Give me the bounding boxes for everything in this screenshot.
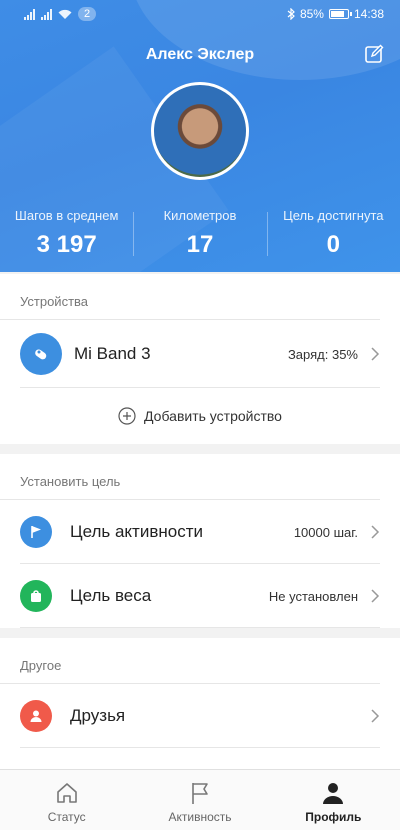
goals-section: Установить цель Цель активности 10000 ша… bbox=[0, 454, 400, 628]
stat-label: Цель достигнута bbox=[283, 208, 384, 223]
list-item[interactable] bbox=[0, 748, 400, 769]
tab-label: Профиль bbox=[305, 810, 362, 824]
band-icon bbox=[20, 333, 62, 375]
flag-icon bbox=[20, 516, 52, 548]
add-device-label: Добавить устройство bbox=[144, 408, 282, 424]
bottom-nav: Статус Активность Профиль bbox=[0, 769, 400, 830]
battery-icon bbox=[328, 9, 352, 19]
tab-status[interactable]: Статус bbox=[0, 770, 133, 830]
signal-icon bbox=[41, 8, 52, 20]
weight-goal-value: Не установлен bbox=[268, 588, 358, 604]
device-name: Mi Band 3 bbox=[74, 344, 151, 363]
stat-kilometers: Километров 17 bbox=[133, 208, 266, 264]
section-title: Устройства bbox=[0, 274, 380, 320]
stat-steps: Шагов в среднем 3 197 bbox=[0, 208, 133, 264]
section-title: Другое bbox=[0, 638, 380, 684]
battery-percent: 85% bbox=[299, 7, 324, 21]
section-title: Установить цель bbox=[0, 454, 380, 500]
weight-goal-label: Цель веса bbox=[70, 586, 152, 605]
profile-header: 2 85% 14:38 Алекс Экслер Шагов в среднем… bbox=[0, 0, 400, 272]
stat-value: 0 bbox=[326, 231, 340, 258]
profile-name: Алекс Экслер bbox=[145, 46, 255, 63]
tab-activity[interactable]: Активность bbox=[133, 770, 266, 830]
device-row[interactable]: Mi Band 3 Заряд: 35% bbox=[0, 320, 400, 388]
chevron-right-icon bbox=[371, 709, 380, 723]
bluetooth-icon bbox=[287, 8, 295, 20]
chevron-right-icon bbox=[371, 525, 380, 539]
activity-goal-value: 10000 шаг. bbox=[293, 524, 358, 540]
status-bar: 2 85% 14:38 bbox=[0, 0, 400, 28]
signal-icon bbox=[24, 8, 35, 20]
tab-label: Статус bbox=[47, 810, 86, 824]
flag-outline-icon bbox=[192, 783, 208, 804]
clock: 14:38 bbox=[353, 7, 384, 21]
devices-section: Устройства Mi Band 3 Заряд: 35% Добавить… bbox=[0, 274, 400, 444]
friends-label: Друзья bbox=[70, 706, 126, 725]
edit-icon[interactable] bbox=[364, 44, 384, 64]
friends-icon bbox=[20, 700, 52, 732]
chevron-right-icon bbox=[371, 589, 380, 603]
tab-label: Активность bbox=[168, 810, 232, 824]
notification-badge: 2 bbox=[78, 7, 97, 21]
activity-goal-label: Цель активности bbox=[70, 522, 203, 541]
home-icon bbox=[56, 783, 77, 803]
stats-row: Шагов в среднем 3 197 Километров 17 Цель… bbox=[0, 208, 400, 264]
stat-value: 3 197 bbox=[36, 231, 97, 258]
tab-profile[interactable]: Профиль bbox=[267, 770, 400, 830]
stat-label: Километров bbox=[163, 208, 237, 223]
weight-goal-row[interactable]: Цель веса Не установлен bbox=[0, 564, 400, 628]
device-battery: Заряд: 35% bbox=[287, 346, 358, 362]
add-device-button[interactable]: Добавить устройство bbox=[0, 388, 400, 444]
chevron-right-icon bbox=[371, 347, 380, 361]
stat-label: Шагов в среднем bbox=[14, 208, 119, 223]
plus-circle-icon bbox=[118, 407, 136, 425]
stat-goal-reached: Цель достигнута 0 bbox=[266, 208, 400, 264]
activity-goal-row[interactable]: Цель активности 10000 шаг. bbox=[0, 500, 400, 564]
wifi-icon bbox=[58, 9, 72, 19]
person-icon bbox=[323, 783, 344, 804]
other-section: Другое Друзья bbox=[0, 638, 400, 769]
friends-row[interactable]: Друзья bbox=[0, 684, 400, 748]
stat-value: 17 bbox=[186, 231, 214, 258]
weight-icon bbox=[20, 580, 52, 612]
avatar[interactable] bbox=[151, 82, 249, 180]
